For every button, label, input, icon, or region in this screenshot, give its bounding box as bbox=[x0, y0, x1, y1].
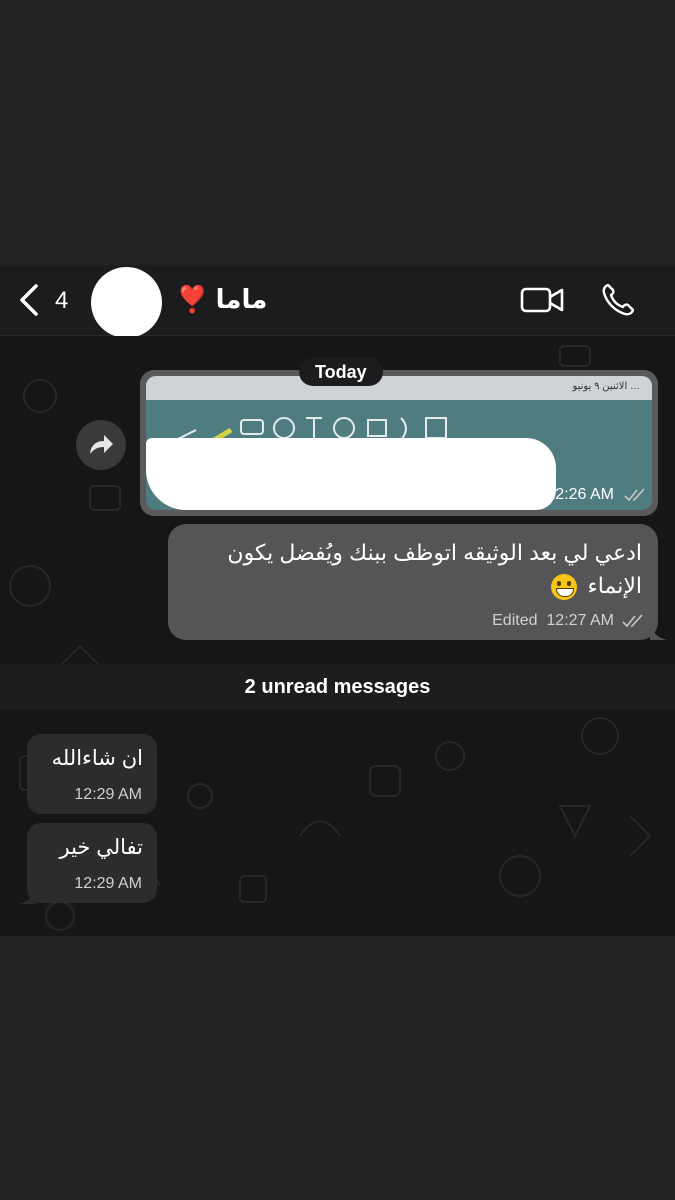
forward-arrow-icon bbox=[90, 435, 113, 454]
image-preview-topbar: … الاثنين ٩ يونيو bbox=[146, 376, 652, 400]
contact-name[interactable]: ماما ❣️ bbox=[176, 284, 267, 315]
message-time: 12:27 AM bbox=[546, 612, 614, 629]
image-preview-text: … الاثنين ٩ يونيو bbox=[572, 381, 640, 392]
message-text: ان شاءالله bbox=[51, 747, 143, 770]
message-time: 12:29 AM bbox=[74, 875, 142, 892]
message-time: 12:29 AM bbox=[74, 786, 142, 803]
chat-header: 4 ماما ❣️ bbox=[0, 265, 675, 338]
message-text: تفالي خير bbox=[59, 836, 143, 859]
unread-messages-banner: 2 unread messages bbox=[0, 664, 675, 710]
outgoing-message-bubble[interactable]: ادعي لي بعد الوثيقه اتوظف ببنك ويُفضل يك… bbox=[168, 524, 658, 640]
redaction-mark bbox=[146, 438, 556, 510]
bubble-tail bbox=[18, 888, 36, 904]
double-check-icon bbox=[624, 488, 645, 502]
top-empty-area bbox=[0, 0, 675, 265]
phone-icon[interactable] bbox=[600, 282, 636, 318]
message-meta: Edited 12:27 AM bbox=[492, 612, 614, 630]
chevron-left-icon[interactable] bbox=[16, 283, 42, 317]
edited-label: Edited bbox=[492, 612, 538, 629]
grinning-emoji-icon bbox=[551, 574, 578, 601]
bottom-empty-area bbox=[0, 936, 675, 1200]
bubble-tail bbox=[650, 624, 668, 640]
double-check-icon bbox=[622, 614, 643, 628]
image-message-time: 12:26 AM bbox=[546, 486, 614, 503]
chat-area[interactable]: … الاثنين ٩ يونيو 12:26 AM Today ادعي لي… bbox=[0, 336, 675, 936]
avatar[interactable] bbox=[91, 267, 162, 338]
incoming-message-bubble[interactable]: ان شاءالله 12:29 AM bbox=[27, 734, 157, 814]
unread-count-badge[interactable]: 4 bbox=[55, 287, 68, 315]
message-text: ادعي لي بعد الوثيقه اتوظف ببنك ويُفضل يك… bbox=[182, 536, 642, 602]
message-text-body: ادعي لي بعد الوثيقه اتوظف ببنك ويُفضل يك… bbox=[227, 540, 642, 598]
image-message-bubble[interactable]: … الاثنين ٩ يونيو 12:26 AM bbox=[140, 370, 658, 516]
incoming-message-bubble[interactable]: تفالي خير 12:29 AM bbox=[27, 823, 157, 903]
video-camera-icon[interactable] bbox=[520, 286, 564, 314]
date-separator: Today bbox=[299, 358, 383, 386]
forward-button[interactable] bbox=[76, 420, 126, 470]
